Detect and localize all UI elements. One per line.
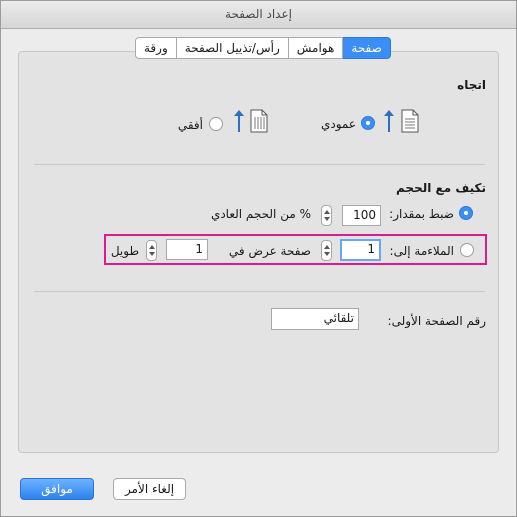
landscape-page-icon [250,109,268,136]
landscape-label: أفقي [177,118,203,132]
divider [34,164,485,165]
title-bar: إعداد الصفحة [1,1,516,29]
fit-to-label: الملاءمة إلى: [389,244,454,258]
adjust-radio[interactable] [459,206,473,220]
orientation-heading: اتجاه [457,78,486,92]
portrait-radio[interactable] [361,116,375,130]
fit-to-radio[interactable] [460,243,474,257]
tab-bar: ورقة رأس/تذييل الصفحة هوامش صفحة [135,37,391,59]
portrait-page-icon [401,109,419,136]
fit-tall-label: طويل [110,244,139,258]
first-page-label: رقم الصفحة الأولى: [387,314,486,328]
fit-wide-input[interactable]: 1 [340,239,381,261]
cancel-button[interactable]: إلغاء الأمر [113,478,186,500]
adjust-label: ضبط بمقدار: [389,207,454,221]
fit-wide-stepper[interactable] [321,240,332,261]
landscape-radio[interactable] [209,117,223,131]
ok-button[interactable]: موافق [20,478,94,500]
first-page-input[interactable]: تلقائي [271,308,359,330]
adjust-percent-input[interactable]: 100 [342,205,381,226]
tab-margins[interactable]: هوامش [288,37,344,59]
fit-tall-stepper[interactable] [146,240,157,261]
portrait-label: عمودي [320,117,356,131]
window-title: إعداد الصفحة [225,7,292,21]
tab-page[interactable]: صفحة [343,37,391,59]
up-arrow-icon [233,109,245,136]
divider [34,291,485,292]
scaling-heading: تكيف مع الحجم [396,181,486,195]
adjust-suffix: % من الحجم العادي [210,207,311,221]
adjust-stepper[interactable] [321,205,332,226]
up-arrow-icon [383,109,395,136]
tab-header-footer[interactable]: رأس/تذييل الصفحة [176,37,289,59]
page-setup-dialog: إعداد الصفحة ورقة رأس/تذييل الصفحة هوامش… [0,0,517,517]
tab-sheet[interactable]: ورقة [135,37,177,59]
fit-wide-label: صفحة عرض في [228,244,311,258]
fit-tall-input[interactable]: 1 [166,239,208,260]
